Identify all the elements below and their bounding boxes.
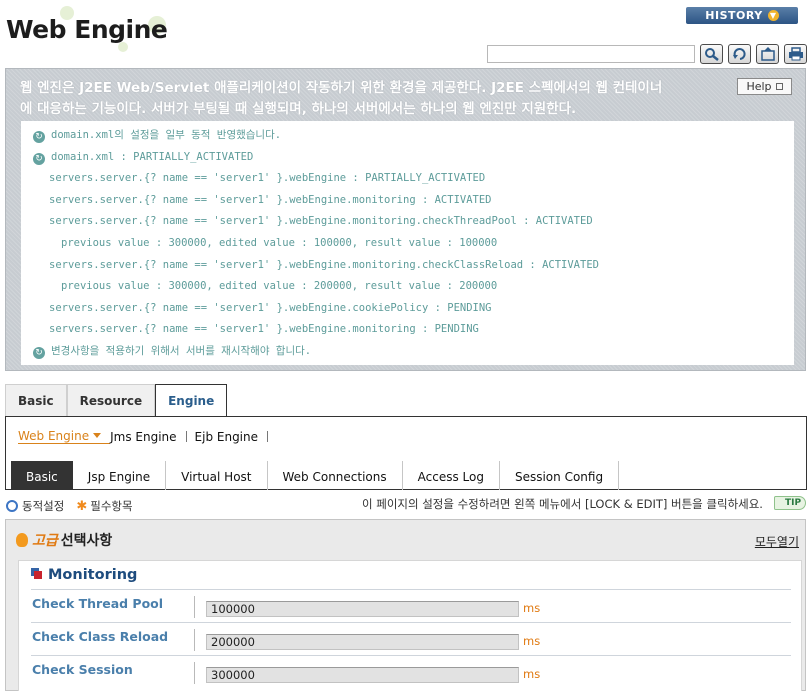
refresh-button[interactable] xyxy=(728,44,751,64)
message-list: ↻ domain.xml의 설정을 일부 동적 반영했습니다. ↻ domain.xm… xyxy=(21,121,794,365)
advanced-options-section: 고급 선택사항 모두열기 Monitoring Check Thread Poo… xyxy=(5,519,806,691)
advanced-highlight: 고급 xyxy=(32,533,58,549)
message-line: servers.server.{? name == 'server1' }.we… xyxy=(21,190,794,212)
description-line: 웹 엔진은 J2EE Web/Servlet 애플리케이션이 작동하기 위한 환… xyxy=(20,80,663,96)
history-button[interactable]: HISTORY ▼ xyxy=(686,7,798,24)
message-text: servers.server.{? name == 'server1' }.we… xyxy=(49,172,486,185)
description-panel: 웹 엔진은 J2EE Web/Servlet 애플리케이션이 작동하기 위한 환… xyxy=(5,68,806,371)
message-text: domain.xml의 설정을 일부 동적 반영했습니다. xyxy=(51,129,282,141)
subtab-jms-engine[interactable]: Jms Engine xyxy=(110,430,185,444)
export-icon xyxy=(760,47,775,61)
divider xyxy=(267,431,269,442)
search-icon xyxy=(704,48,719,61)
monitoring-title: Monitoring xyxy=(31,567,137,583)
field-label: Check Session xyxy=(32,662,195,684)
message-text: servers.server.{? name == 'server1' }.we… xyxy=(49,323,479,336)
page-title: Web Engine xyxy=(6,15,168,44)
message-line: servers.server.{? name == 'server1' }.we… xyxy=(21,255,794,277)
monitoring-title-label: Monitoring xyxy=(48,567,138,583)
unit-label: ms xyxy=(523,667,541,681)
message-line: ↻ domain.xml의 설정을 일부 동적 반영했습니다. xyxy=(21,125,794,147)
tab-session-config[interactable]: Session Config xyxy=(500,461,620,490)
main-tabs: Basic Resource Engine xyxy=(5,384,228,417)
tab-web-connections[interactable]: Web Connections xyxy=(268,461,403,490)
field-row-check-session: Check Session 300000 ms xyxy=(31,655,791,688)
field-label: Check Class Reload xyxy=(32,629,195,651)
export-button[interactable] xyxy=(756,44,779,64)
legend: 동적설정 ✱ 필수항목 xyxy=(6,498,133,514)
subtab-web-engine[interactable]: Web Engine xyxy=(18,429,111,444)
unit-label: ms xyxy=(523,634,541,648)
engine-description: 웹 엔진은 J2EE Web/Servlet 애플리케이션이 작동하기 위한 환… xyxy=(20,78,720,120)
tab-engine[interactable]: Engine xyxy=(155,384,228,417)
field-row-check-thread-pool: Check Thread Pool 100000 ms xyxy=(31,589,791,622)
message-line: servers.server.{? name == 'server1' }.we… xyxy=(21,168,794,190)
description-line: 에 대응하는 기능이다. 서버가 부팅될 때 실행되며, 하나의 서버에서는 하… xyxy=(20,101,577,117)
message-line: previous value : 300000, edited value : … xyxy=(21,276,794,298)
sync-icon: ↻ xyxy=(33,131,45,143)
chevron-down-icon: ▼ xyxy=(767,10,779,21)
lightbulb-icon xyxy=(16,533,28,547)
tab-basic-section[interactable]: Basic xyxy=(11,461,73,490)
message-line: ↻ 변경사항을 적용하기 위해서 서버를 재시작해야 합니다. xyxy=(21,341,794,363)
print-icon xyxy=(788,47,803,61)
message-text: domain.xml : PARTIALLY_ACTIVATED xyxy=(51,150,254,163)
dynamic-setting-icon xyxy=(6,500,18,512)
caret-down-icon xyxy=(93,433,102,438)
help-label: Help xyxy=(746,80,772,93)
unit-label: ms xyxy=(523,601,541,615)
subtab-ejb-engine[interactable]: Ejb Engine xyxy=(195,430,267,444)
message-line: ↻ domain.xml : PARTIALLY_ACTIVATED xyxy=(21,147,794,169)
popup-icon xyxy=(775,83,783,90)
check-session-field[interactable]: 300000 xyxy=(206,667,519,683)
tip-badge: TIP xyxy=(774,496,807,510)
field-label: Check Thread Pool xyxy=(32,596,195,618)
search-input[interactable] xyxy=(487,45,695,63)
required-field-label: 필수항목 xyxy=(90,499,133,513)
message-text: previous value : 300000, edited value : … xyxy=(61,280,498,293)
message-line: servers.server.{? name == 'server1' }.we… xyxy=(21,319,794,341)
advanced-options-header: 고급 선택사항 xyxy=(16,530,112,550)
tab-virtual-host[interactable]: Virtual Host xyxy=(166,461,268,490)
field-row-check-class-reload: Check Class Reload 200000 ms xyxy=(31,622,791,655)
engine-sub-tabs: Web Engine Jms Engine Ejb Engine xyxy=(18,429,276,444)
message-line: previous value : 300000, edited value : … xyxy=(21,233,794,255)
tab-resource[interactable]: Resource xyxy=(66,384,156,416)
search-button[interactable] xyxy=(700,44,723,64)
advanced-title: 선택사항 xyxy=(60,533,113,549)
section-tabs: Basic Jsp Engine Virtual Host Web Connec… xyxy=(11,461,620,490)
sync-icon: ↻ xyxy=(33,152,45,165)
tip-text: 이 페이지의 설정을 수정하려면 왼쪽 메뉴에서 [LOCK & EDIT] 버… xyxy=(362,497,763,511)
message-text: servers.server.{? name == 'server1' }.we… xyxy=(49,193,492,206)
required-asterisk-icon: ✱ xyxy=(76,498,88,514)
expand-all-link[interactable]: 모두열기 xyxy=(755,533,799,550)
message-line: servers.server.{? name == 'server1' }.we… xyxy=(21,211,794,233)
subtab-label: Web Engine xyxy=(18,429,90,443)
message-text: servers.server.{? name == 'server1' }.we… xyxy=(49,301,492,314)
message-text: servers.server.{? name == 'server1' }.we… xyxy=(49,215,593,228)
history-label: HISTORY xyxy=(705,9,763,22)
section-bullet-icon xyxy=(34,571,42,579)
check-class-reload-field[interactable]: 200000 xyxy=(206,634,519,650)
tab-access-log[interactable]: Access Log xyxy=(403,461,500,490)
message-line: servers.server.{? name == 'server1' }.we… xyxy=(21,298,794,320)
sync-icon: ↻ xyxy=(33,346,45,359)
monitoring-panel: Monitoring Check Thread Pool 100000 ms C… xyxy=(18,560,802,691)
message-text: previous value : 300000, edited value : … xyxy=(61,236,498,249)
tab-basic[interactable]: Basic xyxy=(5,384,67,416)
dynamic-setting-label: 동적설정 xyxy=(22,499,65,513)
print-button[interactable] xyxy=(784,44,807,64)
help-button[interactable]: Help xyxy=(737,78,792,95)
check-thread-pool-field[interactable]: 100000 xyxy=(206,601,519,617)
divider xyxy=(185,431,187,442)
tab-jsp-engine[interactable]: Jsp Engine xyxy=(73,461,167,490)
message-text: servers.server.{? name == 'server1' }.we… xyxy=(49,258,599,271)
message-text: 변경사항을 적용하기 위해서 서버를 재시작해야 합니다. xyxy=(51,344,312,357)
refresh-icon xyxy=(732,48,746,60)
